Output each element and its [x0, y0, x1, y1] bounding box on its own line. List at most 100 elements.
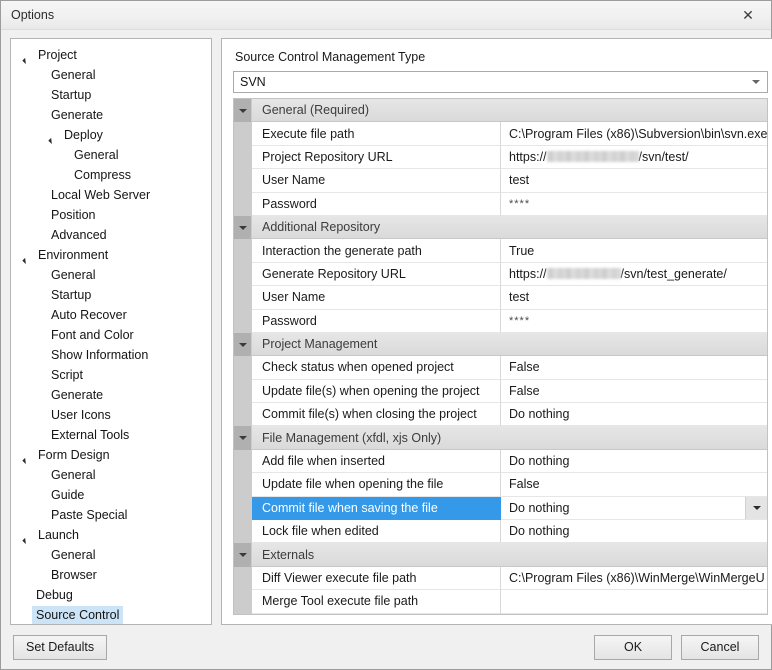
- property-row[interactable]: Diff Viewer execute file pathC:\Program …: [234, 567, 767, 590]
- value-dropdown-chevron-down-icon[interactable]: [745, 497, 767, 519]
- property-group-header[interactable]: General (Required): [234, 99, 767, 122]
- sidebar-item-launch[interactable]: Launch: [11, 525, 211, 545]
- sidebar-item-general[interactable]: General: [11, 545, 211, 565]
- property-value[interactable]: Do nothing: [501, 520, 767, 543]
- sidebar-item-label: Font and Color: [48, 327, 137, 343]
- triangle-down-icon[interactable]: [234, 543, 252, 566]
- property-value[interactable]: test: [501, 169, 767, 192]
- sidebar-item-local-web-server[interactable]: Local Web Server: [11, 185, 211, 205]
- sidebar-item-guide[interactable]: Guide: [11, 485, 211, 505]
- property-row[interactable]: Execute file pathC:\Program Files (x86)\…: [234, 122, 767, 145]
- sidebar-item-label: Auto Recover: [48, 307, 130, 323]
- sidebar-item-generate[interactable]: Generate: [11, 105, 211, 125]
- property-row[interactable]: Add file when insertedDo nothing: [234, 450, 767, 473]
- sidebar-item-general[interactable]: General: [11, 265, 211, 285]
- property-row[interactable]: Project Repository URLhttps:///svn/test/: [234, 146, 767, 169]
- property-value[interactable]: C:\Program Files (x86)\Subversion\bin\sv…: [501, 122, 767, 145]
- sidebar-item-label: Debug: [33, 587, 76, 603]
- url-suffix: /svn/test/: [639, 150, 689, 164]
- property-value[interactable]: ****: [501, 193, 767, 216]
- property-group-header[interactable]: Additional Repository: [234, 216, 767, 239]
- sidebar-item-font-and-color[interactable]: Font and Color: [11, 325, 211, 345]
- sidebar-item-external-tools[interactable]: External Tools: [11, 425, 211, 445]
- triangle-down-icon[interactable]: [234, 216, 252, 239]
- sidebar-item-paste-special[interactable]: Paste Special: [11, 505, 211, 525]
- sidebar-item-environment[interactable]: Environment: [11, 245, 211, 265]
- property-name: Lock file when edited: [252, 520, 501, 543]
- property-row[interactable]: Check status when opened projectFalse: [234, 356, 767, 379]
- property-value[interactable]: False: [501, 356, 767, 379]
- property-value[interactable]: Do nothing: [501, 450, 767, 473]
- property-group-header[interactable]: Project Management: [234, 333, 767, 356]
- row-gutter: [234, 380, 252, 403]
- set-defaults-button[interactable]: Set Defaults: [13, 635, 107, 660]
- sidebar-item-label: Paste Special: [48, 507, 130, 523]
- property-value[interactable]: Do nothing: [501, 497, 767, 520]
- triangle-down-icon[interactable]: [234, 333, 252, 356]
- sidebar-item-startup[interactable]: Startup: [11, 285, 211, 305]
- property-value[interactable]: True: [501, 239, 767, 262]
- sidebar-item-deploy[interactable]: Deploy: [11, 125, 211, 145]
- property-row[interactable]: Commit file when saving the fileDo nothi…: [234, 497, 767, 520]
- sidebar-item-general[interactable]: General: [11, 465, 211, 485]
- property-value[interactable]: test: [501, 286, 767, 309]
- sidebar-item-generate[interactable]: Generate: [11, 385, 211, 405]
- sidebar-item-script[interactable]: Script: [11, 365, 211, 385]
- property-value-text: Do nothing: [509, 501, 569, 515]
- property-row[interactable]: User Nametest: [234, 286, 767, 309]
- title-bar: Options ✕: [1, 1, 771, 30]
- property-row[interactable]: Update file when opening the fileFalse: [234, 473, 767, 496]
- property-value[interactable]: https:///svn/test/: [501, 146, 767, 169]
- sidebar-item-debug[interactable]: Debug: [11, 585, 211, 605]
- property-value[interactable]: Do nothing: [501, 403, 767, 426]
- property-row[interactable]: Interaction the generate pathTrue: [234, 239, 767, 262]
- sidebar-item-form-design[interactable]: Form Design: [11, 445, 211, 465]
- property-row[interactable]: Password****: [234, 310, 767, 333]
- sidebar-item-general[interactable]: General: [11, 145, 211, 165]
- property-row[interactable]: Lock file when editedDo nothing: [234, 520, 767, 543]
- sidebar-item-label: User Icons: [48, 407, 114, 423]
- ok-button[interactable]: OK: [594, 635, 672, 660]
- close-icon[interactable]: ✕: [725, 1, 771, 29]
- property-value[interactable]: False: [501, 380, 767, 403]
- row-gutter: [234, 169, 252, 192]
- property-value[interactable]: https:///svn/test_generate/: [501, 263, 767, 286]
- property-row[interactable]: Commit file(s) when closing the projectD…: [234, 403, 767, 426]
- property-value[interactable]: ****: [501, 310, 767, 333]
- sidebar-item-user-icons[interactable]: User Icons: [11, 405, 211, 425]
- property-row[interactable]: User Nametest: [234, 169, 767, 192]
- property-value-text: True: [509, 244, 534, 258]
- url-suffix: /svn/test_generate/: [621, 267, 727, 281]
- property-value[interactable]: C:\Program Files (x86)\WinMerge\WinMerge…: [501, 567, 767, 590]
- triangle-down-icon[interactable]: [234, 99, 252, 122]
- sidebar-item-label: Startup: [48, 287, 94, 303]
- property-group-header[interactable]: File Management (xfdl, xjs Only): [234, 426, 767, 449]
- options-dialog: Options ✕ ProjectGeneralStartupGenerateD…: [0, 0, 772, 670]
- property-row[interactable]: Generate Repository URLhttps:///svn/test…: [234, 263, 767, 286]
- sidebar-item-startup[interactable]: Startup: [11, 85, 211, 105]
- property-row[interactable]: Password****: [234, 193, 767, 216]
- sidebar-item-browser[interactable]: Browser: [11, 565, 211, 585]
- property-group-header[interactable]: Externals: [234, 543, 767, 566]
- property-grid[interactable]: General (Required)Execute file pathC:\Pr…: [233, 98, 768, 615]
- sidebar-item-project[interactable]: Project: [11, 45, 211, 65]
- cancel-button[interactable]: Cancel: [681, 635, 759, 660]
- sidebar-item-advanced[interactable]: Advanced: [11, 225, 211, 245]
- property-row[interactable]: Update file(s) when opening the projectF…: [234, 380, 767, 403]
- scm-type-select[interactable]: SVN: [233, 71, 768, 93]
- property-value[interactable]: [501, 590, 767, 613]
- triangle-down-icon[interactable]: [234, 426, 252, 449]
- row-gutter: [234, 286, 252, 309]
- sidebar-item-label: General: [48, 547, 98, 563]
- options-category-tree[interactable]: ProjectGeneralStartupGenerateDeployGener…: [10, 38, 212, 625]
- row-gutter: [234, 520, 252, 543]
- sidebar-item-position[interactable]: Position: [11, 205, 211, 225]
- sidebar-item-auto-recover[interactable]: Auto Recover: [11, 305, 211, 325]
- sidebar-item-general[interactable]: General: [11, 65, 211, 85]
- property-value[interactable]: False: [501, 473, 767, 496]
- row-gutter: [234, 450, 252, 473]
- property-row[interactable]: Merge Tool execute file path: [234, 590, 767, 613]
- sidebar-item-compress[interactable]: Compress: [11, 165, 211, 185]
- sidebar-item-show-information[interactable]: Show Information: [11, 345, 211, 365]
- sidebar-item-source-control[interactable]: Source Control: [11, 605, 211, 625]
